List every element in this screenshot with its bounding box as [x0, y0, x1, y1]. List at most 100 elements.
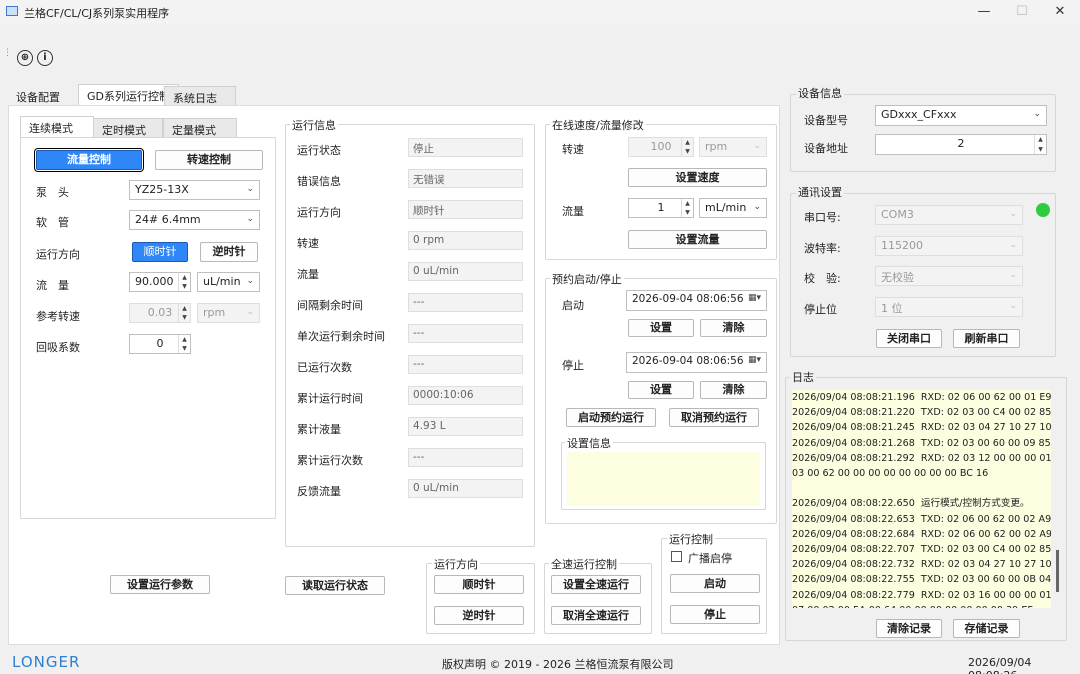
start-schedule-button[interactable]: 启动预约运行 — [566, 408, 656, 427]
run-info-value: --- — [408, 293, 523, 312]
run-info-value: 0 rpm — [408, 231, 523, 250]
port-value: COM3 — [881, 208, 914, 221]
ccw-button[interactable]: 逆时针 — [200, 242, 258, 262]
log-line: 2026/09/04 08:08:22.707 TXD: 02 03 00 C4… — [792, 544, 1051, 556]
log-text-area[interactable]: 2026/09/04 08:08:21.196 RXD: 02 06 00 62… — [792, 390, 1051, 608]
suck-back-input[interactable]: 0 ▲ ▼ — [129, 334, 191, 354]
tab-system-log[interactable]: 系统日志 — [164, 86, 236, 106]
log-title: 日志 — [790, 369, 816, 385]
close-button[interactable]: ✕ — [1050, 3, 1070, 21]
online-speed-unit-select: rpm ⌄ — [699, 137, 767, 157]
log-line: 2026/09/04 08:08:22.732 RXD: 02 03 04 27… — [792, 559, 1051, 571]
connection-status-indicator — [1036, 203, 1050, 217]
tab-label: 定时模式 — [102, 124, 146, 137]
refresh-port-button[interactable]: 刷新串口 — [953, 329, 1020, 348]
schedule-start-set-button[interactable]: 设置 — [628, 319, 694, 337]
calendar-icon[interactable]: ▦▾ — [748, 355, 761, 365]
parity-select: 无校验 ⌄ — [875, 266, 1023, 286]
tube-select[interactable]: 24# 6.4mm ⌄ — [129, 210, 260, 230]
flow-value: 90.000 — [135, 275, 174, 288]
suck-back-label: 回吸系数 — [36, 341, 80, 354]
flow-input[interactable]: 90.000 ▲ ▼ — [129, 272, 191, 292]
broadcast-label: 广播启停 — [688, 552, 732, 565]
tab-continuous-mode[interactable]: 连续模式 — [20, 116, 94, 138]
online-speed-value: 100 — [650, 140, 672, 153]
run-info-label: 间隔剩余时间 — [297, 299, 363, 312]
toolbar-grip[interactable]: ⋮ — [3, 48, 12, 58]
clear-log-button[interactable]: 清除记录 — [876, 619, 942, 638]
online-flow-unit-select[interactable]: mL/min ⌄ — [699, 198, 767, 218]
maximize-button[interactable]: ☐ — [1012, 3, 1032, 21]
baud-label: 波特率: — [804, 242, 841, 255]
parity-label: 校 验: — [804, 272, 841, 285]
flow-control-button[interactable]: 流量控制 — [34, 148, 144, 172]
stop-button[interactable]: 停止 — [670, 605, 760, 624]
device-address-input[interactable]: 2 ▲ ▼ — [875, 134, 1047, 155]
run-info-value: --- — [408, 448, 523, 467]
log-line: 2026/09/04 08:08:22.779 RXD: 02 03 16 00… — [792, 589, 1051, 601]
stop-bits-value: 1 位 — [881, 302, 903, 315]
speed-control-button[interactable]: 转速控制 — [155, 150, 263, 170]
schedule-start-datetime[interactable]: 2026-09-04 08:06:56 ▦▾ — [626, 290, 767, 311]
schedule-stop-clear-button[interactable]: 清除 — [700, 381, 767, 399]
schedule-stop-set-button[interactable]: 设置 — [628, 381, 694, 399]
tab-quantitative-mode[interactable]: 定量模式 — [163, 118, 237, 138]
cancel-schedule-button[interactable]: 取消预约运行 — [669, 408, 759, 427]
comm-settings-title: 通讯设置 — [796, 184, 844, 200]
cw-button[interactable]: 顺时针 — [132, 242, 188, 262]
suck-back-value: 0 — [156, 337, 164, 350]
log-scrollbar[interactable] — [1056, 550, 1059, 592]
device-model-select[interactable]: GDxxx_CFxxx ⌄ — [875, 105, 1047, 126]
run-info-title: 运行信息 — [290, 117, 338, 133]
run-info-label: 已运行次数 — [297, 361, 352, 374]
schedule-start-label: 启动 — [562, 299, 584, 312]
read-status-button[interactable]: 读取运行状态 — [285, 576, 385, 595]
broadcast-checkbox[interactable] — [671, 551, 682, 562]
minimize-button[interactable]: — — [974, 3, 994, 21]
log-line: 2026/09/04 08:08:21.268 TXD: 02 03 00 60… — [792, 437, 1051, 449]
schedule-start-clear-button[interactable]: 清除 — [700, 319, 767, 337]
tab-label: 定量模式 — [172, 124, 216, 137]
app-icon — [6, 6, 18, 16]
pump-head-select[interactable]: YZ25-13X ⌄ — [129, 180, 260, 200]
run-cw-button[interactable]: 顺时针 — [434, 575, 524, 594]
spin-arrows-icon[interactable]: ▲ ▼ — [681, 199, 693, 217]
schedule-stop-datetime[interactable]: 2026-09-04 08:06:56 ▦▾ — [626, 352, 767, 373]
run-info-value: 无错误 — [408, 169, 523, 188]
window-title: 兰格CF/CL/CJ系列泵实用程序 — [24, 7, 170, 20]
set-speed-button[interactable]: 设置速度 — [628, 168, 767, 187]
run-ccw-button[interactable]: 逆时针 — [434, 606, 524, 625]
tab-device-config[interactable]: 设备配置 — [8, 86, 68, 104]
info-icon[interactable]: i — [37, 50, 53, 66]
tab-label: 系统日志 — [173, 92, 217, 105]
log-line: 2026/09/04 08:08:22.684 RXD: 02 06 00 62… — [792, 528, 1051, 540]
flow-unit-select[interactable]: uL/min ⌄ — [197, 272, 260, 292]
parity-value: 无校验 — [881, 271, 914, 284]
stop-bits-select: 1 位 ⌄ — [875, 297, 1023, 317]
start-button[interactable]: 启动 — [670, 574, 760, 593]
online-flow-label: 流量 — [562, 205, 584, 218]
chevron-down-icon: ⌄ — [1009, 270, 1017, 280]
fullspeed-group-title: 全速运行控制 — [549, 556, 619, 572]
online-flow-input[interactable]: 1 ▲ ▼ — [628, 198, 694, 218]
cancel-fullspeed-button[interactable]: 取消全速运行 — [551, 606, 641, 625]
close-port-button[interactable]: 关闭串口 — [876, 329, 942, 348]
set-flow-button[interactable]: 设置流量 — [628, 230, 767, 249]
tab-timed-mode[interactable]: 定时模式 — [93, 118, 163, 138]
spin-arrows-icon[interactable]: ▲ ▼ — [178, 273, 190, 291]
set-fullspeed-button[interactable]: 设置全速运行 — [551, 575, 641, 594]
spin-arrows-icon[interactable]: ▲ ▼ — [178, 335, 190, 353]
run-info-label: 转速 — [297, 237, 319, 250]
log-line: 2026/09/04 08:08:22.755 TXD: 02 03 00 60… — [792, 574, 1051, 586]
stop-bits-label: 停止位 — [804, 303, 837, 316]
globe-icon[interactable]: ⊕ — [17, 50, 33, 66]
tab-label: GD系列运行控制 — [87, 90, 170, 103]
schedule-stop-value: 2026-09-04 08:06:56 — [632, 355, 744, 367]
run-info-label: 累计运行次数 — [297, 454, 363, 467]
spin-arrows-icon[interactable]: ▲ ▼ — [1034, 135, 1046, 154]
run-info-label: 累计液量 — [297, 423, 341, 436]
calendar-icon[interactable]: ▦▾ — [748, 293, 761, 303]
log-line: 2026/09/04 08:08:21.292 RXD: 02 03 12 00… — [792, 452, 1051, 464]
set-params-button[interactable]: 设置运行参数 — [110, 575, 210, 594]
save-log-button[interactable]: 存储记录 — [953, 619, 1020, 638]
